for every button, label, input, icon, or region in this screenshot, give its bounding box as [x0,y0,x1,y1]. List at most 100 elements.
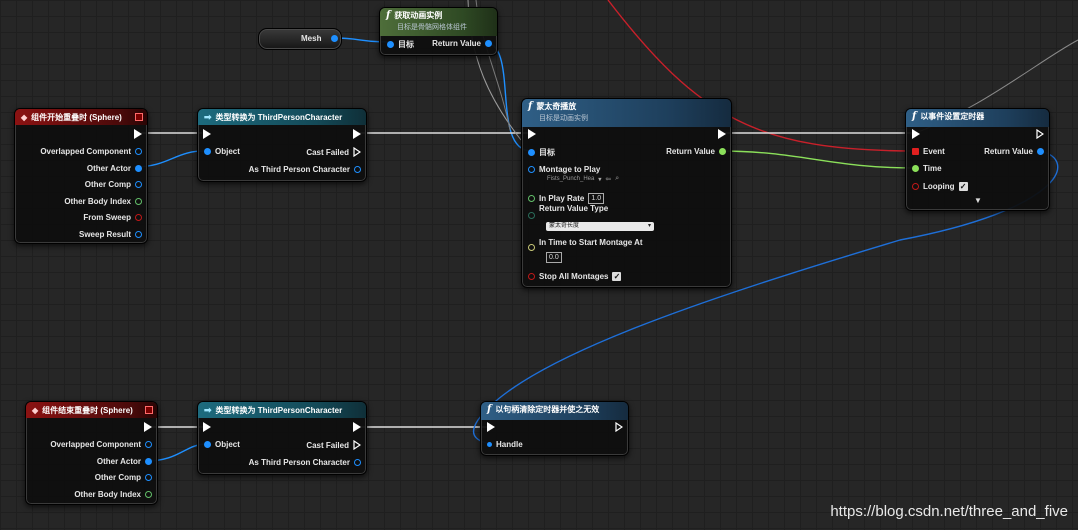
pin-dot[interactable] [528,195,535,202]
set-timer-time-pin[interactable]: Time [912,164,942,173]
stop-all-montages-pin[interactable]: Stop All Montages ✓ [528,272,622,281]
set-timer-exec-in[interactable] [912,129,920,139]
pin-dot[interactable] [528,166,535,173]
pin-dot[interactable] [135,148,142,155]
pin-dot[interactable] [1037,148,1044,155]
target-pin-dot[interactable] [387,41,394,48]
pin-other-body-index[interactable]: Other Body Index [74,490,152,499]
pin-other-actor[interactable]: Other Actor [97,457,152,466]
pin-dot[interactable] [528,273,535,280]
pin-dot[interactable] [912,148,919,155]
begin-overlap-event-node[interactable]: ◆ 组件开始重叠时 (Sphere) Overlapped Component … [14,108,148,244]
pin-dot[interactable] [135,198,142,205]
pin-other-comp[interactable]: Other Comp [95,473,152,482]
pin-from-sweep[interactable]: From Sweep [83,213,142,222]
cast-1-cast-failed-pin[interactable]: Cast Failed [306,147,361,157]
cast-2-title: 类型转换为 ThirdPersonCharacter [215,405,343,415]
mesh-output-pin[interactable] [331,35,338,42]
pin-dot[interactable] [912,165,919,172]
montage-to-play-pin[interactable]: Montage to Play [528,165,600,174]
browse-arrow-icon[interactable]: ⇐ [605,175,611,183]
cast-2-exec-out[interactable] [353,422,361,432]
pin-other-body-index[interactable]: Other Body Index [64,197,142,206]
pin-dot[interactable] [528,244,535,251]
pin-other-actor[interactable]: Other Actor [87,164,142,173]
pin-dot[interactable] [145,441,152,448]
clear-timer-exec-out[interactable] [615,422,623,432]
pin-dot[interactable] [145,491,152,498]
play-rate-input[interactable]: 1.0 [588,193,605,204]
pin-dot[interactable] [204,441,211,448]
chevron-down-icon[interactable]: ▼ [974,196,982,205]
cast-2-as-pin[interactable]: As Third Person Character [249,458,361,467]
clear-timer-node[interactable]: f 以句柄清除定时器并使之无效 Handle [480,401,629,456]
start-montage-pin[interactable]: In Time to Start Montage At [528,238,643,252]
checkmark-icon[interactable]: ✓ [612,272,622,281]
pin-dot[interactable] [487,442,492,447]
begin-overlap-exec-out[interactable] [134,129,142,139]
montage-play-node[interactable]: f 蒙太奇播放 目标是动画实例 目标 Return Value Montage … [521,98,732,288]
cast-1-object-pin[interactable]: Object [204,147,240,156]
clear-timer-handle-pin[interactable]: Handle [487,440,523,449]
chevron-down-icon: ▾ [647,223,651,229]
pin-dot[interactable] [135,214,142,221]
cast-node-1[interactable]: ➡ 类型转换为 ThirdPersonCharacter Object Cast… [197,108,367,182]
delegate-square-icon[interactable] [145,406,153,414]
search-icon[interactable]: ⌕ [615,175,619,183]
montage-title: 蒙太奇播放 [536,102,577,111]
delegate-square-icon[interactable] [135,113,143,121]
pin-dot[interactable] [145,474,152,481]
pin-dot[interactable] [354,166,361,173]
pin-label: Overlapped Component [40,147,131,156]
chevron-down-icon[interactable]: ▾ [598,176,601,183]
start-montage-input[interactable]: 0.0 [546,252,562,263]
get-anim-target-pin[interactable]: 目标 [387,39,414,50]
pin-dot[interactable] [354,459,361,466]
set-timer-return-pin[interactable]: Return Value [984,147,1044,156]
pin-dot[interactable] [204,148,211,155]
return-value-type-pin[interactable]: Return Value Type [528,204,608,220]
set-timer-event-pin[interactable]: Event [912,147,945,156]
set-timer-looping-pin[interactable]: Looping ✓ [912,182,968,191]
montage-asset-picker[interactable]: Fists_Punch_Hea ▾ ⇐ ⌕ [547,175,619,183]
pin-overlapped-component[interactable]: Overlapped Component [50,440,152,449]
pin-other-comp[interactable]: Other Comp [85,180,142,189]
montage-exec-in[interactable] [528,129,536,139]
montage-target-pin[interactable]: 目标 [528,147,555,158]
play-rate-pin[interactable]: In Play Rate 1.0 [528,193,605,204]
return-pin-dot[interactable] [485,40,492,47]
pin-dot[interactable] [719,148,726,155]
pin-dot[interactable] [912,183,919,190]
set-timer-by-event-node[interactable]: f 以事件设置定时器 Event Return Value Time Loopi… [905,108,1050,211]
pin-dot[interactable] [528,149,535,156]
pin-overlapped-component[interactable]: Overlapped Component [40,147,142,156]
exec-arrow-icon [353,422,361,432]
return-value-type-dropdown[interactable]: 蒙太奇长度 ▾ [546,222,654,231]
checkmark-icon[interactable]: ✓ [958,182,968,191]
pin-dot[interactable] [135,181,142,188]
pin-dot[interactable] [528,212,535,219]
cast-2-exec-in[interactable] [203,422,211,432]
pin-sweep-result[interactable]: Sweep Result [79,230,142,239]
pin-dot[interactable] [135,231,142,238]
montage-exec-out[interactable] [718,129,726,139]
end-overlap-event-node[interactable]: ◆ 组件结束重叠时 (Sphere) Overlapped Component … [25,401,158,505]
cast-2-cast-failed-pin[interactable]: Cast Failed [306,440,361,450]
exec-outline-icon [353,147,361,157]
pin-label: Handle [496,440,523,449]
end-overlap-exec-out[interactable] [144,422,152,432]
cast-1-as-pin[interactable]: As Third Person Character [249,165,361,174]
get-anim-return-pin[interactable]: Return Value [432,39,492,48]
get-anim-instance-node[interactable]: f 获取动画实例 目标是骨骼网格体组件 目标 Return Value [379,7,498,56]
set-timer-exec-out[interactable] [1036,129,1044,139]
clear-timer-exec-in[interactable] [487,422,495,432]
pin-dot[interactable] [145,458,152,465]
mesh-variable-node[interactable]: Mesh [258,28,342,50]
cast-2-object-pin[interactable]: Object [204,440,240,449]
cast-node-2[interactable]: ➡ 类型转换为 ThirdPersonCharacter Object Cast… [197,401,367,475]
pin-label: Object [215,440,240,449]
cast-1-exec-out[interactable] [353,129,361,139]
pin-dot[interactable] [135,165,142,172]
cast-1-exec-in[interactable] [203,129,211,139]
montage-return-pin[interactable]: Return Value [666,147,726,156]
